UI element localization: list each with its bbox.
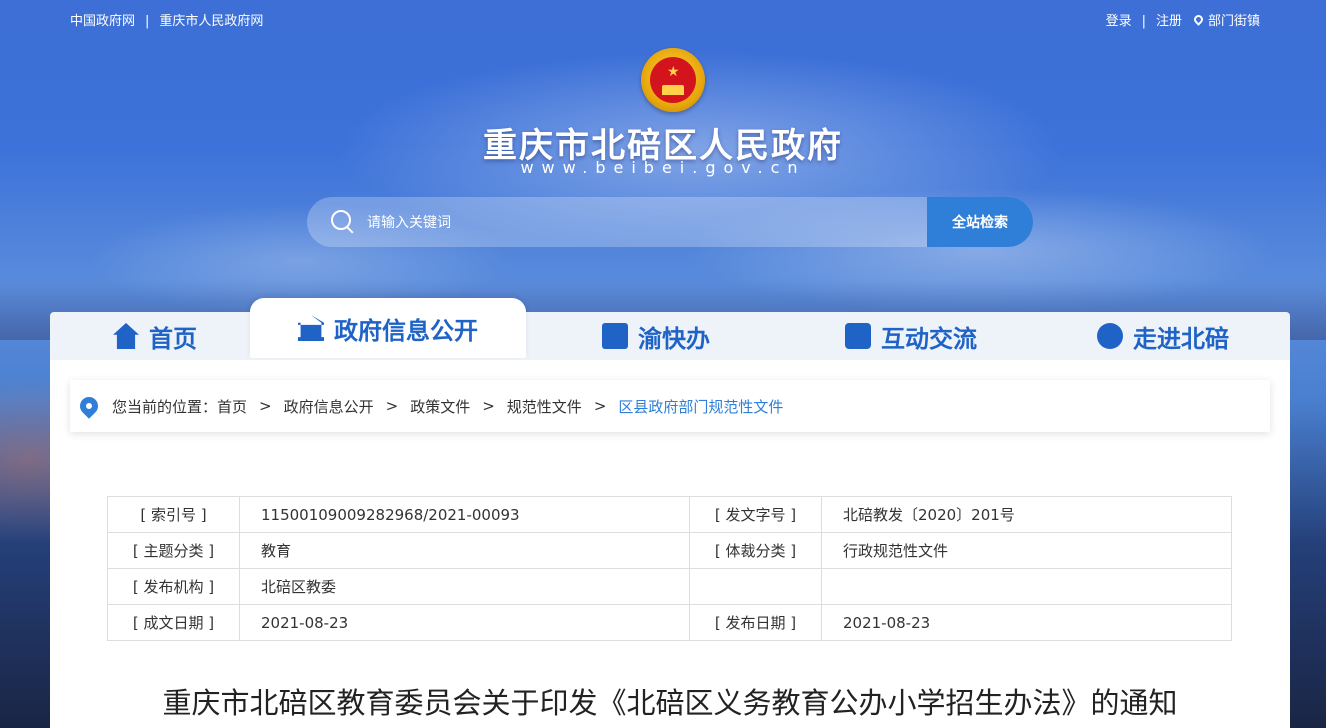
- nav-interaction[interactable]: 互动交流: [786, 312, 1036, 360]
- meta-value: 北碚区教委: [239, 568, 690, 605]
- meta-label-empty: [689, 568, 822, 605]
- breadcrumb-normative-docs[interactable]: 规范性文件: [507, 396, 582, 417]
- search-bar: 全站检索: [307, 197, 1033, 247]
- search-icon: [331, 210, 351, 230]
- meta-value: 11500109009282968/2021-00093: [239, 496, 690, 533]
- breadcrumb-current[interactable]: 区县政府部门规范性文件: [618, 396, 783, 417]
- nav-interaction-label: 互动交流: [881, 324, 977, 353]
- meta-value: 行政规范性文件: [821, 532, 1232, 569]
- divider: |: [1141, 14, 1146, 29]
- meta-label: [ 发布日期 ]: [689, 604, 822, 641]
- table-row: [ 成文日期 ] 2021-08-23 [ 发布日期 ] 2021-08-23: [107, 604, 1232, 641]
- nav-gov-info-label: 政府信息公开: [334, 316, 478, 345]
- meta-value-empty: [821, 568, 1232, 605]
- nav-about-beibei-label: 走进北碚: [1133, 324, 1229, 353]
- site-search-button[interactable]: 全站检索: [927, 197, 1033, 247]
- nav-gov-info[interactable]: 政府信息公开: [250, 298, 526, 358]
- table-row: [ 发布机构 ] 北碚区教委: [107, 568, 1232, 605]
- meta-label: [ 成文日期 ]: [107, 604, 240, 641]
- meta-label: [ 发文字号 ]: [689, 496, 822, 533]
- nav-home-label: 首页: [149, 324, 197, 353]
- breadcrumb-home[interactable]: 首页: [217, 396, 247, 417]
- breadcrumb-separator: >: [259, 397, 272, 415]
- breadcrumb-separator: >: [385, 397, 399, 415]
- link-china-gov[interactable]: 中国政府网: [70, 14, 135, 29]
- meta-value: 2021-08-23: [821, 604, 1232, 641]
- site-url: www.beibei.gov.cn: [520, 158, 806, 177]
- clipboard-icon: [602, 323, 628, 349]
- nav-home[interactable]: 首页: [50, 312, 260, 360]
- link-chongqing-gov[interactable]: 重庆市人民政府网: [159, 14, 263, 29]
- top-links-left: 中国政府网 | 重庆市人民政府网: [70, 10, 263, 29]
- table-row: [ 索引号 ] 11500109009282968/2021-00093 [ 发…: [107, 496, 1232, 533]
- meta-label: [ 索引号 ]: [107, 496, 240, 533]
- breadcrumb-policy-docs[interactable]: 政策文件: [410, 396, 470, 417]
- divider: |: [145, 14, 150, 29]
- location-icon: [76, 393, 102, 419]
- meta-value: 2021-08-23: [239, 604, 690, 641]
- location-pin-icon: [1192, 13, 1205, 26]
- document-title: 重庆市北碚区教育委员会关于印发《北碚区义务教育公办小学招生办法》的通知: [162, 686, 1178, 720]
- breadcrumb-separator: >: [482, 397, 495, 415]
- meta-label: [ 发布机构 ]: [107, 568, 240, 605]
- table-row: [ 主题分类 ] 教育 [ 体裁分类 ] 行政规范性文件: [107, 532, 1232, 569]
- document-meta-table: [ 索引号 ] 11500109009282968/2021-00093 [ 发…: [107, 496, 1232, 641]
- meta-value: 教育: [239, 532, 690, 569]
- breadcrumb-separator: >: [593, 397, 607, 415]
- login-link[interactable]: 登录: [1106, 14, 1132, 29]
- top-bar: 中国政府网 | 重庆市人民政府网 登录 | 注册 部门街镇: [70, 10, 1260, 29]
- meta-value: 北碚教发〔2020〕201号: [821, 496, 1232, 533]
- breadcrumb-prefix: 您当前的位置：: [112, 397, 218, 416]
- dept-link-label: 部门街镇: [1207, 14, 1260, 29]
- home-icon: [113, 323, 139, 349]
- dept-link[interactable]: 部门街镇: [1192, 13, 1260, 29]
- meta-label: [ 主题分类 ]: [107, 532, 240, 569]
- nav-yukuaiban[interactable]: 渝快办: [526, 312, 786, 360]
- register-link[interactable]: 注册: [1156, 14, 1182, 29]
- breadcrumb-gov-info[interactable]: 政府信息公开: [284, 396, 374, 417]
- government-building-icon: [298, 315, 324, 341]
- breadcrumb: 您当前的位置： 首页 > 政府信息公开 > 政策文件 > 规范性文件 > 区县政…: [70, 380, 1270, 432]
- nav-yukuaiban-label: 渝快办: [638, 324, 710, 353]
- nav-about-beibei[interactable]: 走进北碚: [1036, 312, 1290, 360]
- search-input[interactable]: [365, 197, 929, 247]
- compass-icon: [1097, 323, 1123, 349]
- meta-label: [ 体裁分类 ]: [689, 532, 822, 569]
- top-links-right: 登录 | 注册 部门街镇: [1106, 10, 1260, 29]
- national-emblem-icon: ★: [641, 48, 705, 112]
- chat-icon: [845, 323, 871, 349]
